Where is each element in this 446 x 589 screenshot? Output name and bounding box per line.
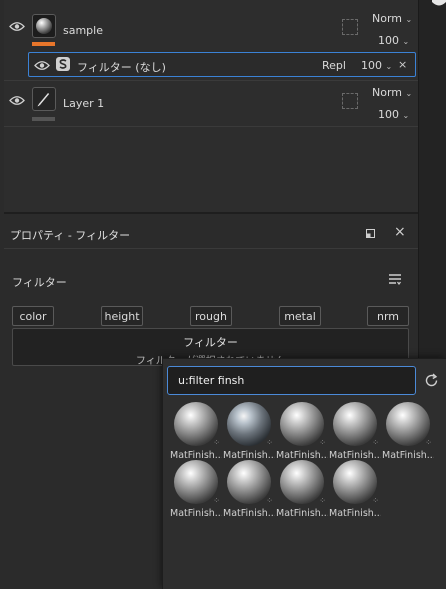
layer-thumbnail[interactable]: [32, 87, 56, 111]
material-item[interactable]: ⁘ MatFinish...: [170, 460, 222, 520]
material-item[interactable]: ⁘ MatFinish...: [223, 460, 275, 520]
layer-name[interactable]: sample: [63, 24, 103, 37]
material-label: MatFinish...: [223, 508, 275, 519]
material-item[interactable]: ⁘ MatFinish...: [170, 402, 222, 462]
mask-placeholder[interactable]: [342, 93, 358, 109]
layer-divider: [4, 80, 418, 81]
material-item[interactable]: ⁘ MatFinish...: [276, 402, 328, 462]
layer-name[interactable]: Layer 1: [63, 97, 104, 110]
layer-divider: [4, 126, 418, 127]
undock-icon[interactable]: [366, 229, 375, 238]
search-input[interactable]: [167, 366, 416, 395]
visibility-eye-icon[interactable]: [9, 95, 25, 106]
material-badge-icon: ⁘: [213, 496, 220, 505]
visibility-eye-icon[interactable]: [9, 21, 25, 32]
tag-button-metal[interactable]: metal: [279, 306, 321, 326]
material-badge-icon: ⁘: [425, 438, 432, 447]
material-sphere-thumbnail: [174, 460, 218, 504]
material-badge-icon: ⁘: [319, 496, 326, 505]
header-divider: [4, 248, 418, 249]
layer-color-bar: [32, 117, 55, 121]
material-sphere-thumbnail: [174, 402, 218, 446]
material-item[interactable]: ⁘ MatFinish...: [276, 460, 328, 520]
properties-title: プロパティ - フィルター: [10, 229, 131, 242]
material-badge-icon: ⁘: [213, 438, 220, 447]
tag-button-nrm[interactable]: nrm: [367, 306, 409, 326]
material-sphere-thumbnail: [333, 402, 377, 446]
list-menu-icon[interactable]: [388, 273, 402, 286]
filter-opacity-select[interactable]: 100 ⌄: [361, 59, 392, 72]
layer-thumbnail[interactable]: [32, 14, 56, 38]
material-item[interactable]: ⁘ MatFinish...: [329, 460, 381, 520]
mask-placeholder[interactable]: [342, 19, 358, 35]
opacity-select[interactable]: 100 ⌄: [378, 34, 409, 47]
visibility-eye-icon[interactable]: [34, 60, 50, 71]
material-badge-icon: ⁘: [319, 438, 326, 447]
close-icon[interactable]: ×: [394, 224, 406, 240]
filter-selector-title: フィルター: [183, 336, 238, 349]
tag-button-color[interactable]: color: [12, 306, 54, 326]
material-label: MatFinish...: [382, 450, 434, 461]
filter-layer-label: フィルター (なし): [77, 61, 166, 74]
panel-splitter[interactable]: [4, 212, 418, 214]
filter-blend-select[interactable]: Repl: [322, 59, 346, 72]
material-badge-icon: ⁘: [372, 496, 379, 505]
material-item[interactable]: ⁘ MatFinish...: [223, 402, 275, 462]
material-sphere-thumbnail: [333, 460, 377, 504]
material-label: MatFinish...: [170, 508, 222, 519]
material-badge-icon: ⁘: [266, 496, 273, 505]
close-icon[interactable]: ×: [398, 58, 407, 71]
material-item[interactable]: ⁘ MatFinish...: [382, 402, 434, 462]
tag-button-rough[interactable]: rough: [190, 306, 232, 326]
tag-button-height[interactable]: height: [101, 306, 143, 326]
substance-filter-icon: [56, 57, 70, 71]
material-badge-icon: ⁘: [372, 438, 379, 447]
layer-color-bar: [32, 42, 55, 46]
material-label: MatFinish...: [329, 508, 381, 519]
refresh-icon[interactable]: [424, 373, 439, 388]
material-sphere-thumbnail: [280, 460, 324, 504]
material-badge-icon: ⁘: [266, 438, 273, 447]
material-item[interactable]: ⁘ MatFinish...: [329, 402, 381, 462]
material-label: MatFinish...: [276, 508, 328, 519]
opacity-select[interactable]: 100 ⌄: [378, 108, 409, 121]
material-sphere-thumbnail: [280, 402, 324, 446]
material-sphere-thumbnail: [227, 460, 271, 504]
brush-icon: [37, 93, 50, 107]
material-sphere-thumbnail: [227, 402, 271, 446]
corner-indicator-icon: [432, 0, 446, 6]
blend-mode-select[interactable]: Norm ⌄: [372, 12, 412, 25]
section-title: フィルター: [12, 276, 67, 289]
blend-mode-select[interactable]: Norm ⌄: [372, 86, 412, 99]
material-sphere-thumbnail: [386, 402, 430, 446]
